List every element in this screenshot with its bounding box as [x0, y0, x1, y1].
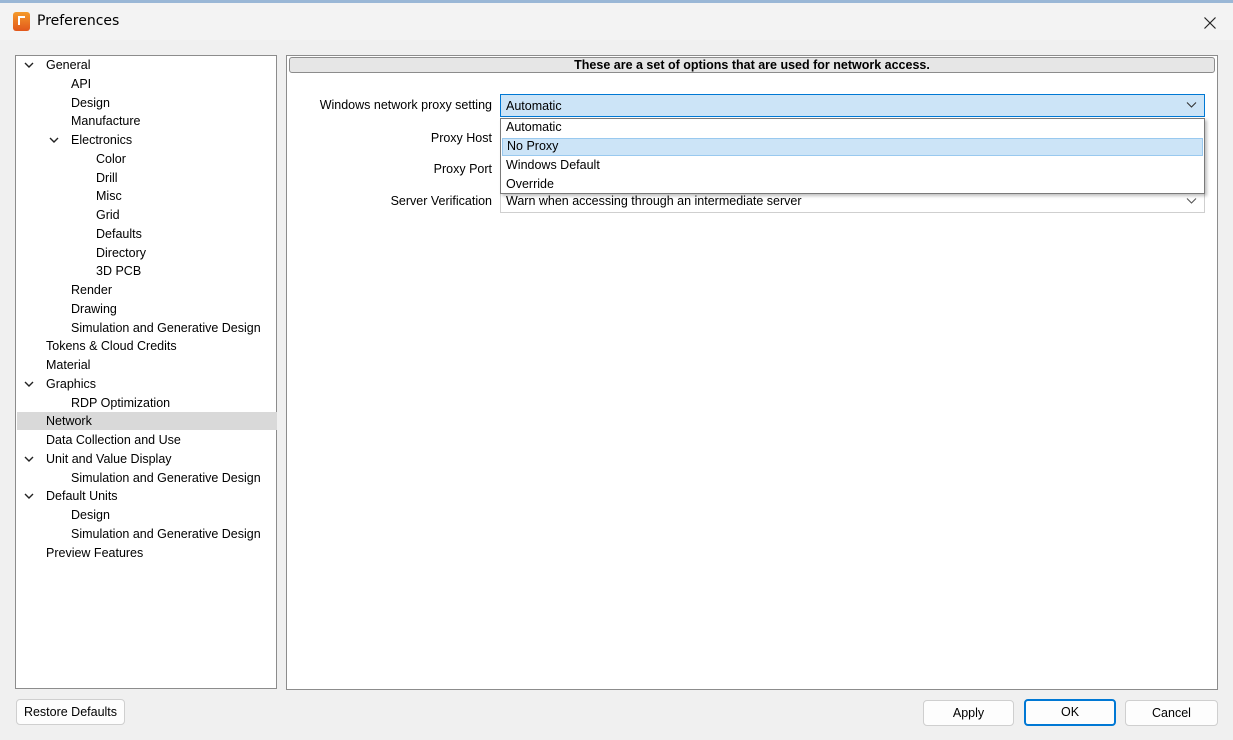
apply-button[interactable]: Apply — [923, 700, 1014, 726]
window-title: Preferences — [37, 13, 120, 29]
tree-item[interactable]: Graphics — [17, 375, 277, 393]
tree-item[interactable]: General — [17, 56, 277, 74]
tree-item-label: Electronics — [71, 133, 133, 147]
tree-item-label: Drill — [96, 170, 118, 185]
tree-item-label: Simulation and Generative Design — [71, 526, 261, 541]
cancel-button[interactable]: Cancel — [1125, 700, 1218, 726]
tree-item-label: 3D PCB — [96, 264, 142, 279]
preferences-tree[interactable]: General API Design Manufacture Electronics Co… — [15, 55, 277, 689]
tree-item-label: Misc — [96, 189, 122, 204]
chevron-down-icon — [1186, 198, 1197, 204]
tree-item[interactable]: Design — [17, 506, 277, 524]
panel-header: These are a set of options that are used… — [289, 57, 1215, 73]
dropdown-option[interactable]: Windows Default — [502, 157, 1203, 175]
tree-item-label: General — [46, 58, 91, 72]
tree-item[interactable]: Grid — [17, 206, 277, 224]
tree-item-label: Color — [96, 151, 126, 166]
tree-item[interactable]: Electronics — [17, 131, 277, 149]
proxy-setting-dropdown-list[interactable]: Automatic No Proxy Windows Default Override — [500, 118, 1205, 194]
tree-item-label: Default Units — [46, 489, 118, 504]
dropdown-option[interactable]: No Proxy — [502, 138, 1203, 156]
tree-item[interactable]: RDP Optimization — [17, 394, 277, 412]
close-icon — [1204, 17, 1216, 29]
dropdown-option[interactable]: Automatic — [502, 119, 1203, 137]
tree-item[interactable]: Design — [17, 94, 277, 112]
tree-item-label: API — [71, 76, 92, 91]
tree-item[interactable]: 3D PCB — [17, 262, 277, 280]
server-verification-combo[interactable]: Warn when accessing through an intermedi… — [500, 191, 1205, 213]
tree-item-label: Render — [71, 283, 112, 297]
proxy-setting-label: Windows network proxy setting — [319, 98, 492, 112]
tree-item-label: Graphics — [46, 376, 97, 391]
tree-item[interactable]: Network — [17, 412, 277, 431]
tree-item[interactable]: Data Collection and Use — [17, 431, 277, 449]
tree-item[interactable]: Simulation and Generative Design — [17, 525, 277, 543]
tree-item-label: Material — [46, 358, 91, 372]
tree-item-label: Design — [71, 508, 110, 522]
tree-item[interactable]: Unit and Value Display — [17, 450, 277, 468]
server-verification-value: Warn when accessing through an intermedi… — [506, 194, 802, 208]
chevron-down-icon[interactable] — [24, 491, 34, 501]
chevron-down-icon[interactable] — [49, 135, 59, 145]
tree-item-label: Simulation and Generative Design — [71, 320, 261, 335]
tree-item[interactable]: Defaults — [17, 225, 277, 243]
tree-item-label: Grid — [96, 208, 120, 222]
tree-item[interactable]: Drawing — [17, 300, 277, 318]
tree-item-label: Preview Features — [46, 545, 144, 560]
chevron-down-icon[interactable] — [24, 379, 34, 389]
proxy-setting-combo[interactable]: Automatic — [500, 94, 1205, 117]
tree-item[interactable]: Render — [17, 281, 277, 299]
tree-item-label: Unit and Value Display — [46, 451, 172, 466]
tree-item-label: RDP Optimization — [71, 395, 171, 410]
restore-defaults-button[interactable]: Restore Defaults — [16, 699, 125, 725]
tree-item-label: Drawing — [71, 301, 117, 316]
tree-item-label: Defaults — [96, 226, 142, 241]
close-button[interactable] — [1190, 8, 1230, 38]
chevron-down-icon[interactable] — [24, 60, 34, 70]
tree-item[interactable]: Preview Features — [17, 544, 277, 562]
tree-item[interactable]: Manufacture — [17, 112, 277, 130]
title-bar: Preferences — [0, 3, 1233, 40]
tree-item-label: Simulation and Generative Design — [71, 470, 261, 485]
tree-item-label: Tokens & Cloud Credits — [46, 339, 177, 354]
tree-item[interactable]: Directory — [17, 244, 277, 262]
tree-item[interactable]: Color — [17, 150, 277, 168]
tree-item[interactable]: Simulation and Generative Design — [17, 469, 277, 487]
tree-item-label: Manufacture — [71, 114, 141, 129]
tree-item-label: Design — [71, 95, 110, 110]
proxy-setting-value: Automatic — [506, 99, 562, 113]
tree-item[interactable]: Default Units — [17, 487, 277, 505]
proxy-host-label: Proxy Host — [430, 131, 492, 145]
proxy-port-label: Proxy Port — [433, 162, 492, 176]
dropdown-option[interactable]: Override — [502, 176, 1203, 194]
tree-item[interactable]: Misc — [17, 187, 277, 205]
tree-item-label: Directory — [96, 245, 147, 260]
tree-item[interactable]: Drill — [17, 169, 277, 187]
server-verification-label: Server Verification — [390, 194, 492, 208]
tree-item[interactable]: Simulation and Generative Design — [17, 319, 277, 337]
chevron-down-icon — [1186, 102, 1197, 108]
ok-button[interactable]: OK — [1024, 699, 1116, 726]
tree-item[interactable]: API — [17, 75, 277, 93]
tree-item[interactable]: Material — [17, 356, 277, 374]
tree-item-label: Data Collection and Use — [46, 433, 181, 447]
chevron-down-icon[interactable] — [24, 454, 34, 464]
tree-item-label: Network — [46, 414, 92, 429]
tree-item[interactable]: Tokens & Cloud Credits — [17, 337, 277, 355]
app-icon — [13, 12, 30, 31]
